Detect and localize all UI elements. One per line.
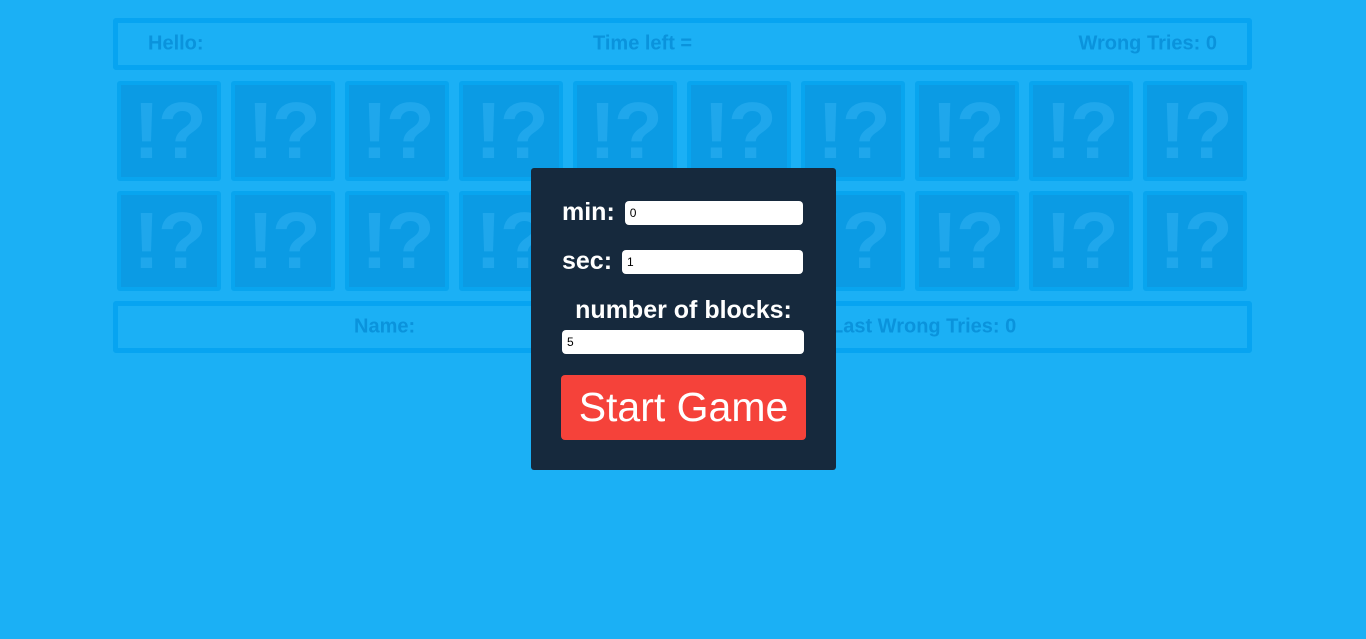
block[interactable]: !? bbox=[459, 81, 563, 181]
min-label: min: bbox=[562, 198, 615, 226]
block[interactable]: !? bbox=[801, 81, 905, 181]
block[interactable]: !? bbox=[915, 191, 1019, 291]
start-game-button[interactable]: Start Game bbox=[561, 375, 806, 440]
block[interactable]: !? bbox=[573, 81, 677, 181]
wrong-tries-label: Wrong Tries: 0 bbox=[1078, 32, 1217, 55]
time-left-label: Time left = bbox=[593, 32, 693, 55]
block[interactable]: !? bbox=[915, 81, 1019, 181]
block[interactable]: !? bbox=[345, 81, 449, 181]
min-row: min: bbox=[562, 198, 803, 227]
sec-input[interactable] bbox=[622, 249, 804, 274]
block[interactable]: !? bbox=[1143, 81, 1247, 181]
block[interactable]: !? bbox=[687, 81, 791, 181]
settings-modal: min: sec: number of blocks: Start Game bbox=[531, 168, 836, 470]
block[interactable]: !? bbox=[231, 81, 335, 181]
status-bar: Hello: Time left = Wrong Tries: 0 bbox=[113, 18, 1252, 70]
block[interactable]: !? bbox=[1029, 81, 1133, 181]
hello-label: Hello: bbox=[148, 32, 204, 55]
block[interactable]: !? bbox=[345, 191, 449, 291]
block[interactable]: !? bbox=[1143, 191, 1247, 291]
sec-row: sec: bbox=[562, 247, 804, 276]
block[interactable]: !? bbox=[231, 191, 335, 291]
name-label: Name: bbox=[354, 315, 416, 338]
sec-label: sec: bbox=[562, 247, 613, 275]
block[interactable]: !? bbox=[117, 191, 221, 291]
block[interactable]: !? bbox=[117, 81, 221, 181]
blocks-label: number of blocks: bbox=[575, 296, 792, 324]
blocks-input[interactable] bbox=[562, 330, 804, 354]
last-wrong-tries-label: Last Wrong Tries: 0 bbox=[831, 315, 1017, 338]
min-input[interactable] bbox=[624, 200, 803, 225]
block[interactable]: !? bbox=[1029, 191, 1133, 291]
